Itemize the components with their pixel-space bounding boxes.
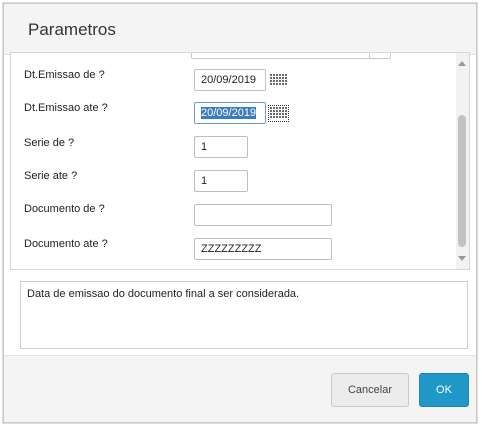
scroll-down-arrow-icon[interactable] [458, 256, 466, 261]
dialog-titlebar: Parametros [4, 4, 476, 55]
documento-ate-input[interactable]: ZZZZZZZZZ [194, 238, 332, 260]
ok-button[interactable]: OK [419, 373, 469, 407]
cancel-button[interactable]: Cancelar [331, 373, 409, 407]
field-label-dt-emissao-ate: Dt.Emissao ate ? [24, 102, 108, 114]
field-label-serie-de: Serie de ? [24, 137, 75, 149]
help-text-box: Data de emissao do documento final a ser… [20, 281, 468, 349]
vertical-scrollbar[interactable] [456, 53, 469, 269]
scrollbar-thumb[interactable] [458, 115, 466, 247]
help-text: Data de emissao do documento final a ser… [27, 288, 300, 300]
scroll-up-arrow-icon[interactable] [458, 61, 466, 66]
parameters-form-panel: Dt.Emissao de ? 20/09/2019 Dt.Emissao at… [10, 52, 470, 270]
dialog-footer: Cancelar OK [4, 355, 476, 422]
calendar-icon[interactable] [270, 74, 287, 87]
partially-hidden-field-button[interactable] [369, 53, 390, 58]
serie-ate-input[interactable]: 1 [194, 170, 248, 192]
field-label-documento-de: Documento de ? [24, 203, 105, 215]
selected-text: 20/09/2019 [201, 107, 257, 119]
dt-emissao-de-input[interactable]: 20/09/2019 [194, 69, 266, 91]
documento-de-input[interactable] [194, 204, 332, 226]
field-label-dt-emissao-de: Dt.Emissao de ? [24, 69, 105, 81]
partially-hidden-field[interactable] [191, 53, 391, 59]
dialog-title: Parametros [28, 20, 116, 39]
serie-de-input[interactable]: 1 [194, 136, 248, 158]
parameters-dialog: Parametros Dt.Emissao de ? 20/09/2019 Dt… [3, 3, 477, 423]
field-label-serie-ate: Serie ate ? [24, 170, 78, 182]
dt-emissao-ate-input[interactable]: 20/09/2019 [194, 102, 266, 124]
field-label-documento-ate: Documento ate ? [24, 238, 108, 250]
calendar-icon[interactable] [268, 105, 289, 122]
